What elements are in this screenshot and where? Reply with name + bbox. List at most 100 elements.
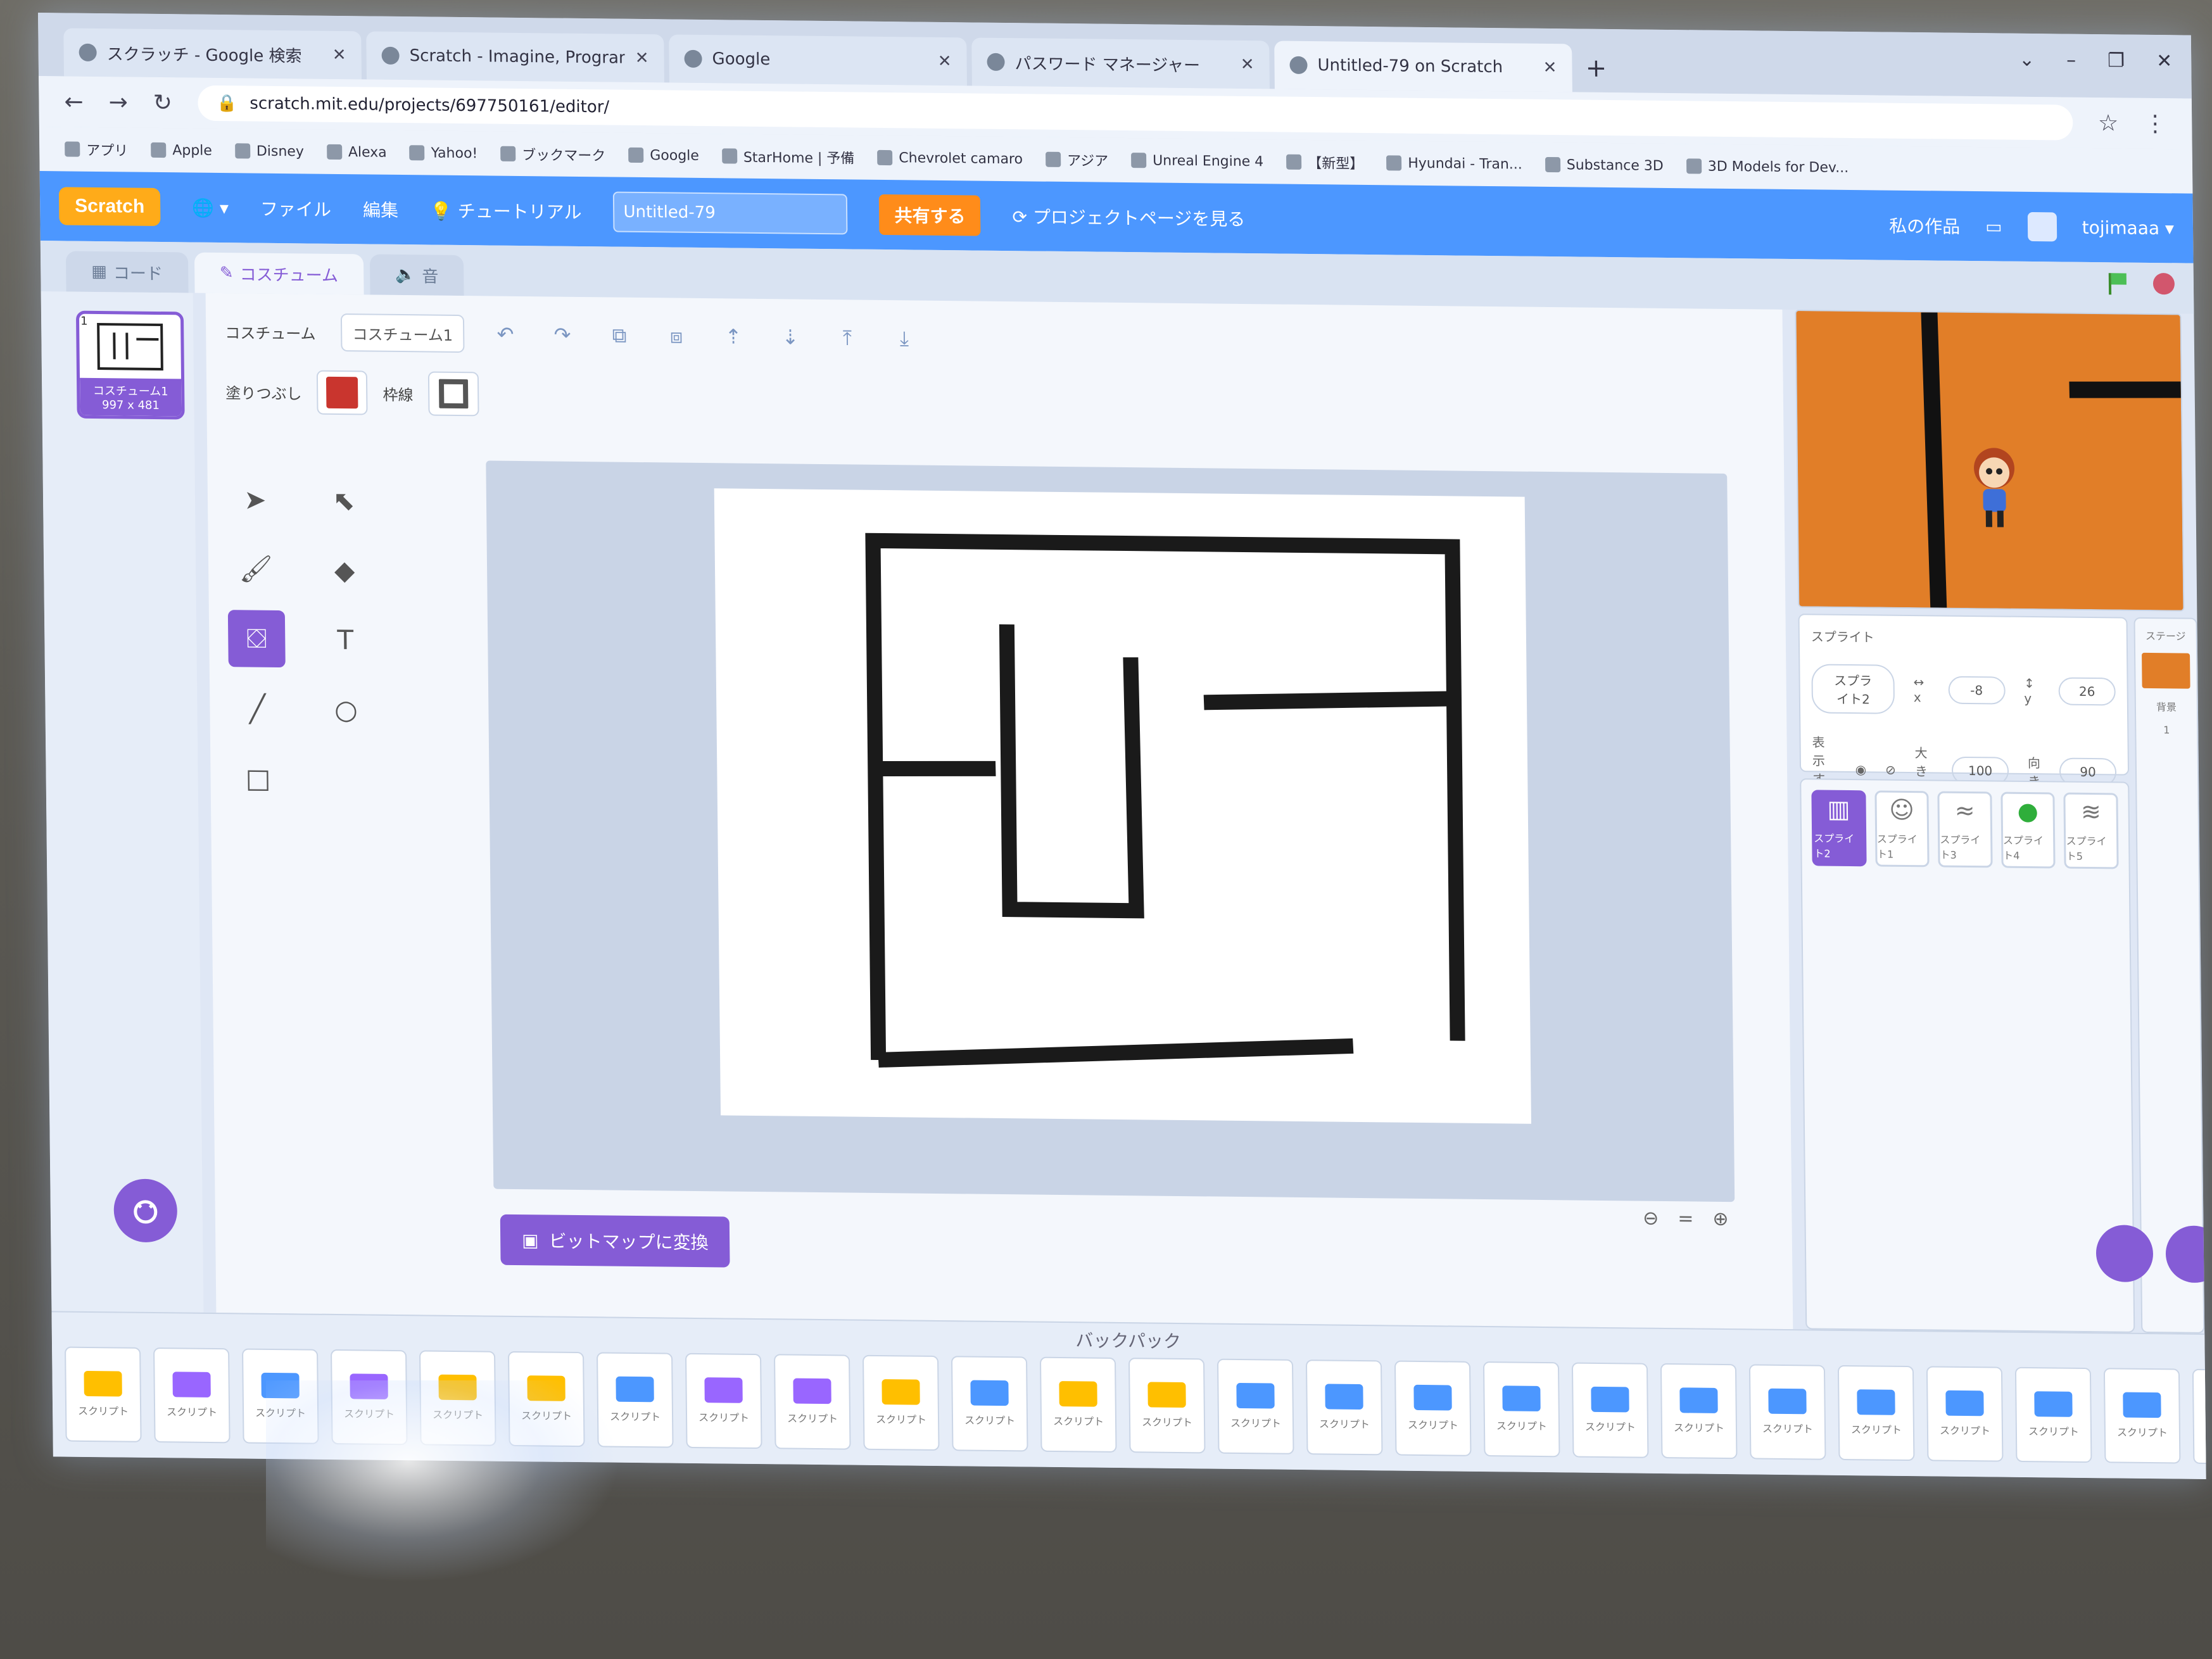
bookmark-item[interactable]: Google xyxy=(628,147,699,163)
bookmark-item[interactable]: Yahoo! xyxy=(409,145,477,161)
fill-color-picker[interactable] xyxy=(317,370,368,415)
avatar[interactable] xyxy=(2027,211,2057,242)
redo-icon[interactable]: ↷ xyxy=(547,319,579,351)
zoom-in-icon[interactable]: ⊕ xyxy=(1712,1208,1729,1230)
browser-tab[interactable]: スクラッチ - Google 検索 ✕ xyxy=(63,28,362,80)
bookmark-item[interactable]: Substance 3D xyxy=(1545,156,1664,173)
tab-sounds[interactable]: 🔈 音 xyxy=(369,254,464,296)
backpack-item[interactable]: スクリプト xyxy=(2192,1368,2206,1465)
bookmark-item[interactable]: 3D Models for Dev... xyxy=(1686,158,1849,175)
select-tool[interactable]: ➤ xyxy=(227,470,284,528)
circle-tool[interactable]: ○ xyxy=(317,681,375,738)
bookmark-item[interactable]: アジア xyxy=(1045,149,1108,170)
convert-to-bitmap-button[interactable]: ▣ ビットマップに変換 xyxy=(500,1214,731,1268)
line-tool[interactable]: ╱ xyxy=(229,679,286,737)
new-tab-button[interactable]: + xyxy=(1577,44,1615,92)
bookmark-item[interactable]: StarHome | 予備 xyxy=(721,146,855,167)
text-tool[interactable]: T xyxy=(317,611,374,669)
backpack-item[interactable]: スクリプト xyxy=(1305,1359,1383,1456)
brush-tool[interactable]: 🖌 xyxy=(227,540,285,598)
backpack-item[interactable]: スクリプト xyxy=(65,1346,142,1442)
bookmark-item[interactable]: Hyundai - Tran... xyxy=(1386,155,1522,172)
backpack-item[interactable]: スクリプト xyxy=(1748,1364,1826,1460)
bookmark-item[interactable]: Disney xyxy=(234,143,304,160)
undo-icon[interactable]: ↶ xyxy=(490,318,522,350)
account-menu[interactable]: tojimaaa ▾ xyxy=(2082,217,2174,239)
outline-color-picker[interactable] xyxy=(428,371,479,417)
hide-icon[interactable]: ⊘ xyxy=(1885,762,1896,778)
sprite-tile[interactable]: ≋ スプライト5 xyxy=(2063,792,2119,869)
costume-name-input[interactable]: コスチューム1 xyxy=(341,313,465,353)
chevron-down-icon[interactable]: ⌄ xyxy=(2019,49,2035,71)
reload-icon[interactable]: ↻ xyxy=(153,89,173,115)
zoom-out-icon[interactable]: ⊖ xyxy=(1643,1208,1659,1230)
tab-costumes[interactable]: ✎ コスチューム xyxy=(194,252,364,295)
backpack-item[interactable]: スクリプト xyxy=(1482,1361,1560,1458)
backpack-item[interactable]: スクリプト xyxy=(685,1353,762,1449)
sprite-tile[interactable]: ≈ スプライト3 xyxy=(1937,791,1993,868)
eraser-tool[interactable]: ◆ xyxy=(316,541,374,599)
reshape-tool[interactable]: ⬉ xyxy=(315,472,373,529)
project-title-input[interactable]: Untitled-79 xyxy=(613,191,848,235)
browser-tab-active[interactable]: Untitled-79 on Scratch ✕ xyxy=(1274,41,1572,92)
green-flag-icon[interactable] xyxy=(2105,272,2128,294)
close-icon[interactable]: ✕ xyxy=(1543,58,1557,77)
drawing-canvas[interactable] xyxy=(714,488,1531,1124)
bookmark-item[interactable]: ブックマーク xyxy=(500,144,605,165)
maximize-icon[interactable]: ❐ xyxy=(2108,49,2125,72)
choose-sprite-button[interactable] xyxy=(2095,1225,2154,1283)
back-layer-icon[interactable]: ⤓ xyxy=(888,322,921,355)
backpack-item[interactable]: スクリプト xyxy=(2103,1368,2181,1464)
tab-code[interactable]: ▦ コード xyxy=(65,251,189,293)
group-icon[interactable]: ⧉ xyxy=(604,319,636,351)
backpack-item[interactable]: スクリプト xyxy=(951,1356,1028,1452)
backpack-item[interactable]: スクリプト xyxy=(153,1347,231,1444)
rectangle-tool[interactable]: □ xyxy=(229,749,287,807)
show-icon[interactable]: ◉ xyxy=(1855,762,1867,777)
file-menu[interactable]: ファイル xyxy=(260,196,331,222)
browser-tab[interactable]: Scratch - Imagine, Program, Share ✕ xyxy=(366,31,664,83)
close-icon[interactable]: ✕ xyxy=(938,52,952,71)
bookmark-item[interactable]: アプリ xyxy=(65,139,128,160)
backpack-item[interactable]: スクリプト xyxy=(1394,1360,1472,1456)
globe-icon[interactable]: 🌐 ▾ xyxy=(192,197,229,218)
folder-icon[interactable]: ▭ xyxy=(1985,216,2002,237)
edit-menu[interactable]: 編集 xyxy=(363,196,398,222)
backward-layer-icon[interactable]: ⇣ xyxy=(774,321,807,353)
bookmark-item[interactable]: Unreal Engine 4 xyxy=(1131,153,1263,170)
bookmark-item[interactable]: Chevrolet camaro xyxy=(877,149,1023,167)
tutorial-menu[interactable]: 💡 チュートリアル xyxy=(430,197,582,224)
close-icon[interactable]: ✕ xyxy=(332,46,346,65)
scratch-logo[interactable]: Scratch xyxy=(58,187,161,227)
browser-tab[interactable]: パスワード マネージャー ✕ xyxy=(971,37,1270,89)
backpack-item[interactable]: スクリプト xyxy=(1128,1358,1206,1454)
browser-tab[interactable]: Google ✕ xyxy=(669,34,967,86)
backpack-item[interactable]: スクリプト xyxy=(1571,1362,1649,1458)
backpack-item[interactable]: スクリプト xyxy=(1660,1363,1738,1460)
stage[interactable] xyxy=(1795,310,2185,612)
close-icon[interactable]: ✕ xyxy=(1241,55,1255,74)
backpack-item[interactable]: スクリプト xyxy=(773,1354,851,1450)
forward-icon[interactable]: → xyxy=(108,89,128,115)
back-icon[interactable]: ← xyxy=(64,89,84,115)
forward-layer-icon[interactable]: ⇡ xyxy=(717,320,750,353)
minimize-icon[interactable]: – xyxy=(2066,49,2076,72)
front-layer-icon[interactable]: ⤒ xyxy=(831,322,864,354)
bookmark-item[interactable]: Alexa xyxy=(326,144,387,160)
backpack-item[interactable]: スクリプト xyxy=(1837,1365,1915,1461)
backpack-item[interactable]: スクリプト xyxy=(1926,1366,2004,1462)
bookmark-item[interactable]: 【新型】 xyxy=(1286,152,1363,173)
sprite-tile[interactable]: ☺ スプライト1 xyxy=(1874,790,1930,867)
backpack-item[interactable]: スクリプト xyxy=(1217,1358,1294,1454)
backpack-item[interactable]: スクリプト xyxy=(2014,1366,2092,1463)
my-stuff-link[interactable]: 私の作品 xyxy=(1889,213,1960,239)
project-page-link[interactable]: ⟳ プロジェクトページを見る xyxy=(1012,203,1245,231)
sprite-tile-selected[interactable]: ▥ スプライト2 xyxy=(1811,790,1867,867)
y-input[interactable]: 26 xyxy=(2058,677,2116,706)
bookmark-item[interactable]: Apple xyxy=(151,142,212,158)
backpack-item[interactable]: スクリプト xyxy=(862,1354,940,1451)
costume-tile-selected[interactable]: コスチューム1 997 x 481 xyxy=(75,310,185,420)
extensions-icon[interactable]: ⋮ xyxy=(2144,110,2166,136)
share-button[interactable]: 共有する xyxy=(879,194,981,236)
sprite-name-input[interactable]: スプライト2 xyxy=(1811,664,1895,714)
